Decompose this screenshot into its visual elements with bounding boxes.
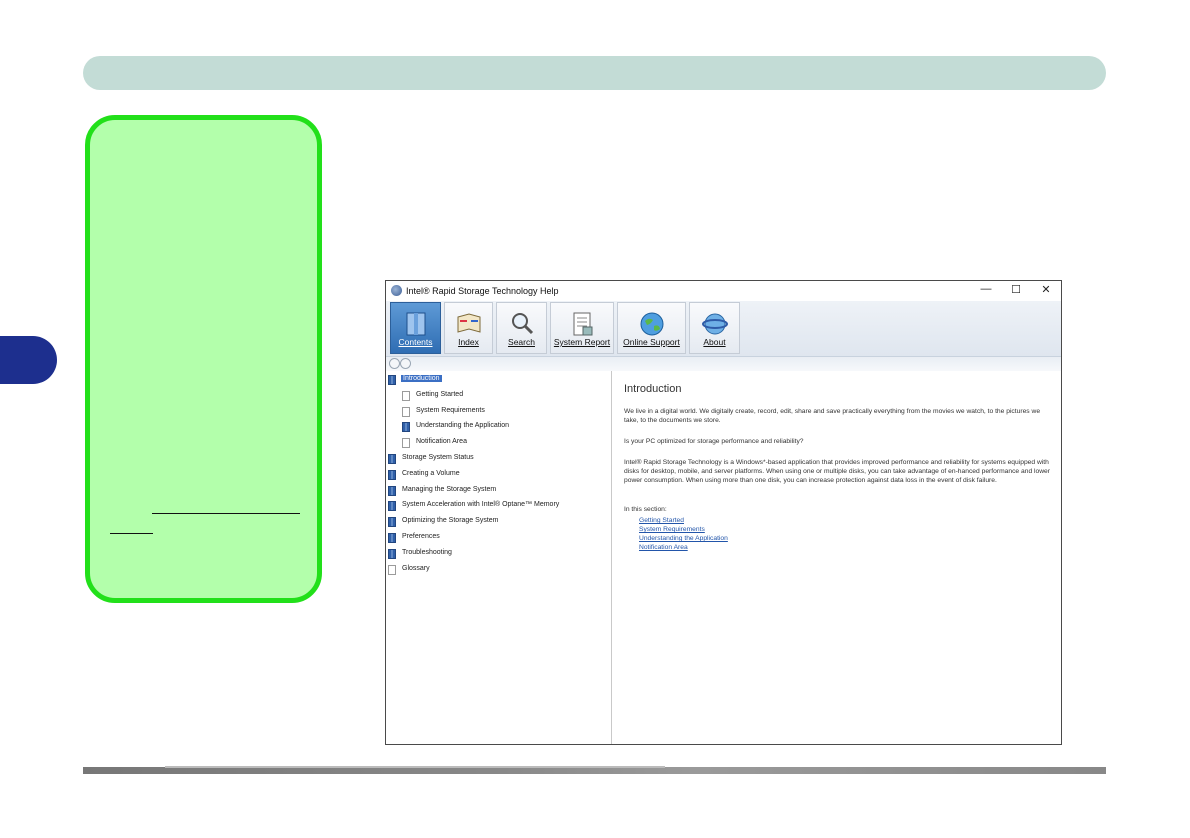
link-notification-area[interactable]: Notification Area (639, 544, 688, 551)
back-button[interactable] (389, 358, 400, 369)
index-button[interactable]: Index (444, 302, 493, 354)
toc-label: Understanding the Application (416, 422, 510, 429)
book-icon (388, 470, 396, 480)
page-footer-rule (83, 766, 1106, 774)
footer-rule-highlight (165, 766, 665, 768)
book-icon (388, 486, 396, 496)
note-underline-1 (152, 513, 300, 514)
content-heading: Introduction (624, 383, 682, 395)
report-icon (573, 312, 593, 336)
toc-label: System Requirements (416, 407, 485, 414)
contents-book-icon (406, 312, 425, 336)
chapter-tab (0, 336, 57, 384)
minimize-button[interactable]: — (976, 283, 996, 295)
toc-label: Notification Area (416, 438, 467, 445)
book-icon (388, 549, 396, 559)
toc-label: Troubleshooting (402, 549, 452, 556)
page-icon (402, 407, 410, 417)
intro-paragraph-3: Intel® Rapid Storage Technology is a Win… (624, 459, 1050, 484)
book-icon (388, 533, 396, 543)
page-header-bar (83, 56, 1106, 90)
window-title: Intel® Rapid Storage Technology Help (406, 286, 559, 296)
system-report-label: System Report (553, 337, 611, 347)
intro-paragraph-2: Is your PC optimized for storage perform… (624, 438, 804, 445)
navigation-strip (386, 357, 1061, 371)
toc-label: Glossary (402, 565, 430, 572)
online-support-button[interactable]: Online Support (617, 302, 686, 354)
contents-button[interactable]: Contents (390, 302, 441, 354)
online-support-label: Online Support (623, 337, 680, 347)
search-button[interactable]: Search (496, 302, 547, 354)
note-underline-2 (110, 533, 153, 534)
toc-label: Managing the Storage System (402, 486, 497, 493)
contents-tree: Introduction Getting Started System Requ… (386, 371, 612, 744)
contents-label: Contents (398, 337, 433, 347)
toc-label: Introduction (401, 375, 442, 382)
help-content: Introduction We live in a digital world.… (612, 371, 1061, 744)
toc-label: Getting Started (416, 391, 464, 398)
book-icon (388, 454, 396, 464)
about-label: About (703, 337, 726, 347)
forward-button[interactable] (400, 358, 411, 369)
search-label: Search (508, 337, 535, 347)
book-icon (388, 501, 396, 511)
maximize-button[interactable]: ☐ (1006, 283, 1026, 296)
system-report-button[interactable]: System Report (550, 302, 614, 354)
help-window: Intel® Rapid Storage Technology Help — ☐… (385, 280, 1062, 745)
about-button[interactable]: About (689, 302, 740, 354)
intro-paragraph-1: We live in a digital world. We digitally… (624, 408, 1041, 424)
toc-label: Creating a Volume (402, 470, 460, 477)
app-icon (391, 285, 402, 296)
link-system-requirements[interactable]: System Requirements (639, 526, 705, 533)
toc-label: Optimizing the Storage System (402, 517, 499, 524)
page-icon (402, 438, 410, 448)
magnifier-icon (511, 313, 533, 335)
toc-label: System Acceleration with Intel® Optane™ … (402, 501, 560, 508)
link-understanding-the-application[interactable]: Understanding the Application (639, 535, 728, 542)
page-icon (388, 565, 396, 575)
book-icon (388, 375, 396, 385)
close-button[interactable]: ✕ (1036, 283, 1056, 296)
note-box (85, 115, 322, 603)
link-getting-started[interactable]: Getting Started (639, 517, 684, 524)
index-label: Index (458, 337, 479, 347)
globe-icon (640, 312, 663, 336)
title-bar: Intel® Rapid Storage Technology Help — ☐… (386, 281, 1061, 301)
book-icon (388, 517, 396, 527)
page-icon (402, 391, 410, 401)
index-book-icon (457, 313, 480, 333)
about-globe-icon (701, 313, 728, 335)
book-icon (402, 422, 410, 432)
in-this-section-label: In this section: (624, 506, 667, 513)
toc-label: Preferences (402, 533, 440, 540)
toolbar: Contents Index Search System Report Onli… (386, 301, 1061, 357)
toc-label: Storage System Status (402, 454, 474, 461)
